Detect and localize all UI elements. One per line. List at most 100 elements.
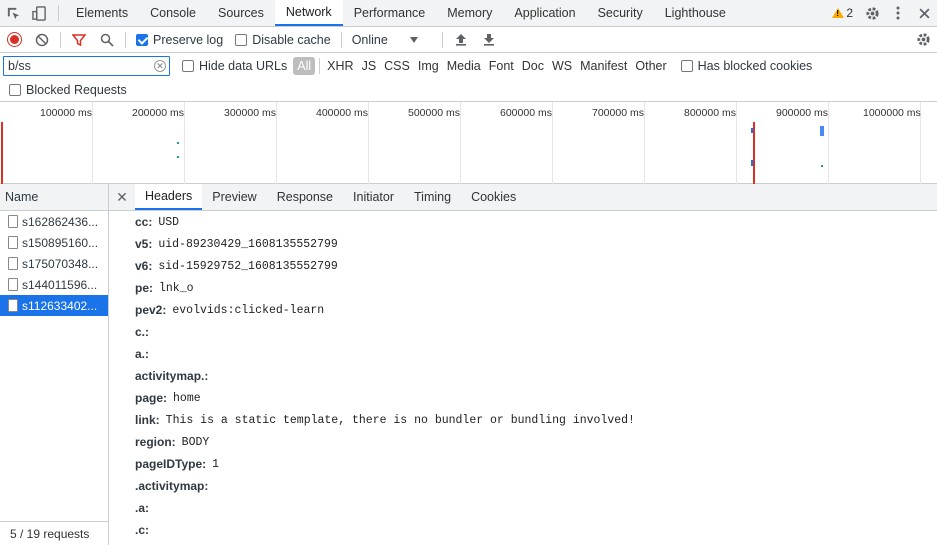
details-tab-initiator[interactable]: Initiator	[343, 184, 404, 210]
request-name: s162862436...	[22, 214, 99, 229]
upload-icon	[455, 34, 466, 46]
type-filter-img[interactable]: Img	[414, 59, 443, 73]
request-bar	[177, 142, 179, 144]
type-filter-all[interactable]: All	[293, 57, 316, 75]
timeline-gridline	[552, 102, 553, 184]
tab-performance[interactable]: Performance	[343, 0, 437, 26]
param-key: region:	[135, 435, 176, 449]
close-devtools-icon[interactable]	[911, 7, 937, 19]
record-icon	[7, 33, 21, 46]
param-row: .c:	[109, 519, 937, 541]
network-overview-timeline[interactable]: 100000 ms 200000 ms 300000 ms 400000 ms …	[0, 102, 937, 184]
tab-console[interactable]: Console	[139, 0, 207, 26]
timeline-gridline	[828, 102, 829, 184]
type-filter-font[interactable]: Font	[485, 59, 518, 73]
request-bar	[820, 126, 824, 136]
import-har-button[interactable]	[447, 27, 475, 53]
tab-lighthouse[interactable]: Lighthouse	[654, 0, 737, 26]
tab-network[interactable]: Network	[274, 0, 343, 26]
search-button[interactable]	[93, 27, 121, 53]
timeline-label: 200000 ms	[132, 107, 184, 119]
type-filter-css[interactable]: CSS	[380, 59, 414, 73]
tab-application[interactable]: Application	[503, 0, 586, 26]
filter-icon	[72, 33, 86, 46]
checkbox-unchecked[interactable]	[182, 60, 194, 72]
param-key: .c:	[135, 523, 150, 537]
timeline-label: 500000 ms	[408, 107, 460, 119]
type-filter-media[interactable]: Media	[443, 59, 485, 73]
filter-input-value: b/ss	[8, 59, 31, 73]
warnings-counter[interactable]: 2	[826, 6, 859, 20]
param-row: a.:	[109, 343, 937, 365]
search-icon	[100, 33, 114, 47]
param-value: BODY	[181, 435, 210, 449]
has-blocked-cookies-checkbox[interactable]: Has blocked cookies	[675, 59, 819, 73]
param-key: page:	[135, 391, 168, 405]
request-name: s175070348...	[22, 256, 99, 271]
filter-input[interactable]: b/ss ✕	[3, 56, 170, 76]
details-tab-timing[interactable]: Timing	[404, 184, 461, 210]
request-row[interactable]: s150895160...	[0, 232, 108, 253]
tab-security[interactable]: Security	[587, 0, 654, 26]
checkbox-unchecked[interactable]	[680, 60, 693, 72]
tab-elements[interactable]: Elements	[65, 0, 139, 26]
preserve-log-label: Preserve log	[153, 32, 224, 47]
timeline-label: 700000 ms	[592, 107, 644, 119]
tab-memory[interactable]: Memory	[436, 0, 503, 26]
record-button[interactable]	[0, 27, 28, 53]
checkbox-checked[interactable]	[136, 33, 148, 46]
disable-cache-checkbox[interactable]: Disable cache	[229, 33, 337, 47]
request-row[interactable]: s175070348...	[0, 253, 108, 274]
document-icon	[8, 236, 18, 249]
param-key: cc:	[135, 215, 153, 229]
more-options-icon[interactable]	[885, 6, 911, 20]
details-tab-cookies[interactable]: Cookies	[461, 184, 526, 210]
settings-gear-icon[interactable]	[859, 6, 885, 21]
toolbar-separator	[60, 31, 61, 48]
checkbox-unchecked[interactable]	[9, 84, 21, 96]
param-key: v5:	[135, 237, 153, 251]
request-row[interactable]: s162862436...	[0, 211, 108, 232]
filter-toggle-button[interactable]	[65, 27, 93, 53]
details-tab-response[interactable]: Response	[267, 184, 343, 210]
export-har-button[interactable]	[475, 27, 503, 53]
type-filter-xhr[interactable]: XHR	[323, 59, 357, 73]
checkbox-unchecked[interactable]	[235, 33, 248, 46]
dom-content-loaded-marker	[1, 122, 3, 184]
param-row: cc: USD	[109, 211, 937, 233]
timeline-gridline	[644, 102, 645, 184]
details-tab-headers[interactable]: Headers	[135, 184, 203, 210]
filter-separator	[319, 58, 321, 74]
name-column-header[interactable]: Name	[0, 184, 108, 211]
preserve-log-checkbox[interactable]: Preserve log	[130, 33, 229, 47]
request-name: s150895160...	[22, 235, 99, 250]
device-toolbar-icon[interactable]	[26, 0, 52, 26]
close-details-icon[interactable]: ✕	[109, 184, 135, 210]
inspect-element-icon[interactable]	[0, 0, 26, 26]
request-row[interactable]: s144011596...	[0, 274, 108, 295]
disable-cache-label: Disable cache	[252, 32, 331, 47]
param-key: a.:	[135, 347, 150, 361]
clear-button[interactable]	[28, 27, 56, 53]
param-key: pe:	[135, 281, 153, 295]
type-filter-manifest[interactable]: Manifest	[576, 59, 631, 73]
network-settings-button[interactable]	[909, 27, 937, 53]
document-icon	[8, 278, 18, 291]
hide-data-urls-checkbox[interactable]: Hide data URLs	[176, 59, 293, 73]
blocked-requests-checkbox[interactable]: Blocked Requests	[3, 83, 133, 97]
details-tabbar: ✕ Headers Preview Response Initiator Tim…	[109, 184, 937, 211]
throttling-select[interactable]: Online	[346, 33, 424, 47]
download-icon	[483, 34, 494, 46]
type-filter-doc[interactable]: Doc	[518, 59, 548, 73]
type-filter-other[interactable]: Other	[631, 59, 670, 73]
details-tab-preview[interactable]: Preview	[202, 184, 266, 210]
param-value: sid-15929752_1608135552799	[158, 259, 338, 273]
devtools-tabbar: Elements Console Sources Network Perform…	[0, 0, 937, 27]
tab-sources[interactable]: Sources	[207, 0, 275, 26]
param-key: .activitymap:	[135, 479, 209, 493]
clear-filter-icon[interactable]: ✕	[154, 60, 166, 72]
type-filter-js[interactable]: JS	[358, 59, 381, 73]
request-row-selected[interactable]: s112633402...	[0, 295, 108, 316]
type-filter-ws[interactable]: WS	[548, 59, 576, 73]
request-name: s112633402...	[22, 298, 98, 313]
